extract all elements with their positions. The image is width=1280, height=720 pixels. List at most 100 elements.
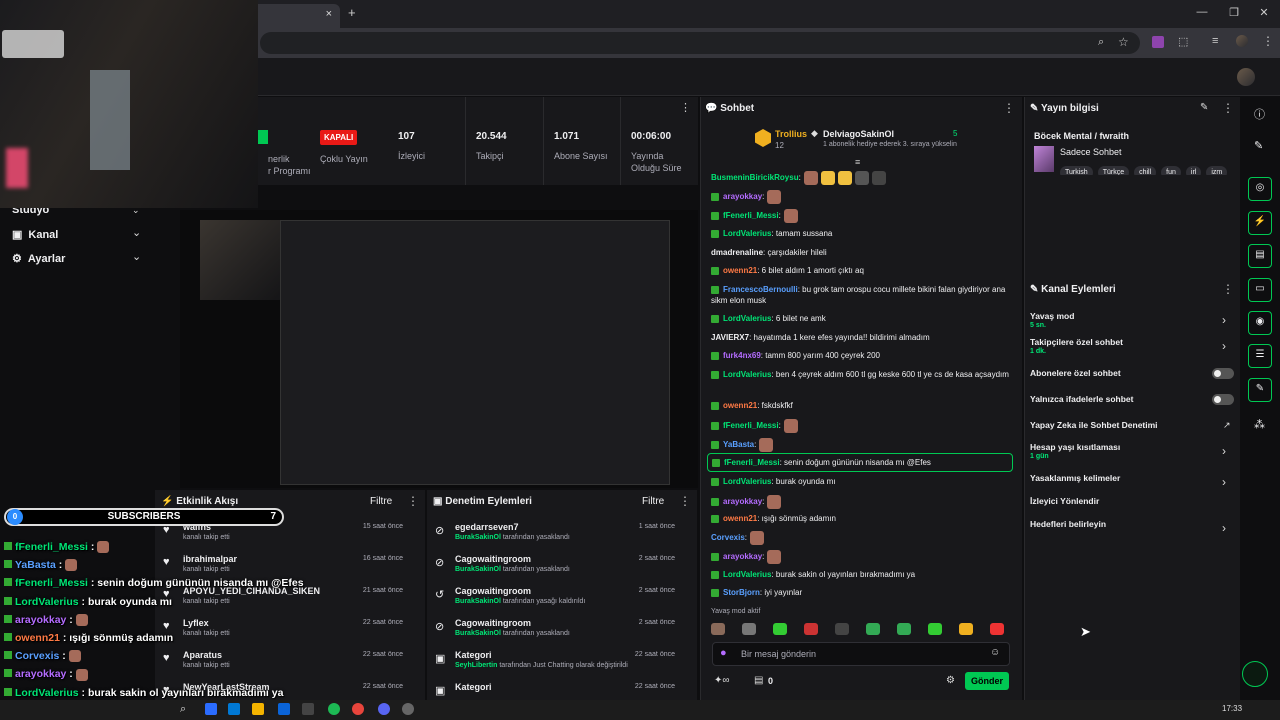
chat-username[interactable]: dmadrenaline <box>711 248 763 257</box>
explorer-icon[interactable] <box>252 703 264 715</box>
moderation-target[interactable]: egedarrseven7 <box>455 522 519 532</box>
category-name[interactable]: Sadece Sohbet <box>1060 147 1122 157</box>
moderation-actor[interactable]: BurakSakinOl <box>455 630 501 637</box>
zoom-icon[interactable]: ⌕ <box>1098 36 1104 49</box>
moderation-target[interactable]: Kategori <box>455 650 492 660</box>
toggle-switch[interactable] <box>1212 394 1234 405</box>
sidebar-item-settings[interactable]: ⚙ Ayarlar <box>12 252 65 265</box>
moderation-actor[interactable]: BurakSakinOl <box>455 534 501 541</box>
chat-username[interactable]: LordValerius <box>723 570 771 579</box>
activity-row[interactable]: ♥ Lyflex kanalı takip etti 22 saat önce <box>155 616 415 648</box>
moderation-row[interactable]: ↺ Cagowaitingroom BurakSakinOl tarafından … <box>427 584 687 616</box>
taskbar-clock[interactable]: 17:33 <box>1222 704 1242 713</box>
emote-icon[interactable] <box>928 623 942 635</box>
moderation-target[interactable]: Cagowaitingroom <box>455 586 531 596</box>
points-icon[interactable]: ✦∞ <box>714 675 730 686</box>
top-gifter-name[interactable]: Trollius <box>775 129 807 139</box>
chat-username[interactable]: LordValerius <box>723 477 771 486</box>
moderation-row[interactable]: ⊘ Cagowaitingroom BurakSakinOl tarafından … <box>427 616 687 648</box>
channel-actions-menu-icon[interactable]: ⋮ <box>1222 282 1234 296</box>
chat-menu-icon[interactable]: ⋮ <box>1003 101 1015 115</box>
chat-username[interactable]: fFenerli_Messi <box>724 458 780 467</box>
settings-dots-icon[interactable]: ⁂ <box>1254 418 1265 431</box>
maximize-button[interactable]: ❐ <box>1224 6 1244 19</box>
chat-username[interactable]: StorBjorn <box>723 588 760 597</box>
chat-username[interactable]: YaBasta <box>723 440 754 449</box>
pencil-icon[interactable]: ✎ <box>1254 139 1263 152</box>
moderation-menu-icon[interactable]: ⋮ <box>679 494 691 508</box>
stream-tag[interactable]: Türkçe <box>1097 166 1130 175</box>
tab-close-icon[interactable]: × <box>326 8 332 20</box>
chat-username[interactable]: owenn21 <box>723 514 757 523</box>
user-avatar[interactable] <box>1237 68 1255 86</box>
address-bar[interactable] <box>260 32 1140 54</box>
chrome-icon[interactable] <box>352 703 364 715</box>
stream-tag[interactable]: fun <box>1161 166 1181 175</box>
rail-list-icon[interactable]: ☰ <box>1248 344 1272 368</box>
moderation-filter-button[interactable]: Filtre <box>642 496 664 507</box>
app-icon[interactable] <box>302 703 314 715</box>
moderation-actor[interactable]: BurakSakinOl <box>455 566 501 573</box>
chat-username[interactable]: arayokkay <box>723 192 762 201</box>
activity-row[interactable]: ♥ Aparatus kanalı takip etti 22 saat önce <box>155 648 415 680</box>
chat-username[interactable]: owenn21 <box>723 266 757 275</box>
help-icon[interactable] <box>1242 661 1268 687</box>
stream-tag[interactable]: Turkish <box>1060 166 1093 175</box>
stream-preview[interactable] <box>180 210 698 488</box>
info-icon[interactable]: ⓘ <box>1254 106 1265 122</box>
moderation-row[interactable]: ⊘ Cagowaitingroom BurakSakinOl tarafından … <box>427 552 687 584</box>
moderation-row[interactable]: ▣ Kategori SeyhLibertin tarafından Just Ch… <box>427 648 687 680</box>
emoji-icon[interactable]: ☺ <box>990 647 1000 658</box>
emote-icon[interactable] <box>866 623 880 635</box>
emote-bar[interactable] <box>711 621 1011 637</box>
emote-icon[interactable] <box>711 623 725 635</box>
media-icon[interactable]: ≡ <box>1212 35 1218 47</box>
collapse-icon[interactable]: ≡ <box>855 157 860 167</box>
activity-user[interactable]: ibrahimalpar <box>183 554 237 564</box>
search-icon[interactable]: ⌕ <box>180 703 186 716</box>
emote-icon[interactable] <box>835 623 849 635</box>
activity-filter-button[interactable]: Filtre <box>370 496 392 507</box>
bookmark-star-icon[interactable]: ☆ <box>1118 35 1129 49</box>
stream-tag[interactable]: chill <box>1134 166 1157 175</box>
chat-username[interactable]: fFenerli_Messi <box>723 421 779 430</box>
activity-user[interactable]: Aparatus <box>183 650 222 660</box>
chevron-right-icon[interactable]: › <box>1222 521 1226 535</box>
stats-menu-icon[interactable]: ⋮ <box>680 101 691 114</box>
rail-broadcast-icon[interactable]: ◉ <box>1248 311 1272 335</box>
chat-username[interactable]: owenn21 <box>723 401 757 410</box>
chat-username[interactable]: furk4nx69 <box>723 351 761 360</box>
edge-icon[interactable] <box>205 703 217 715</box>
rail-camera-icon[interactable]: ◎ <box>1248 177 1272 201</box>
activity-menu-icon[interactable]: ⋮ <box>407 494 419 508</box>
chevron-right-icon[interactable]: › <box>1222 313 1226 327</box>
activity-user[interactable]: Lyflex <box>183 618 209 628</box>
close-window-button[interactable]: ✕ <box>1254 6 1274 19</box>
chat-input[interactable]: Bir mesaj gönderin <box>712 642 1010 666</box>
emote-icon[interactable] <box>804 623 818 635</box>
edit-pencil-icon[interactable]: ✎ <box>1200 102 1208 113</box>
moderation-actor[interactable]: SeyhLibertin <box>455 662 497 669</box>
chat-username[interactable]: LordValerius <box>723 370 771 379</box>
toggle-switch[interactable] <box>1212 368 1234 379</box>
external-link-icon[interactable]: ↗ <box>1223 420 1231 431</box>
emote-icon[interactable] <box>897 623 911 635</box>
moderation-row[interactable]: ⊘ egedarrseven7 BurakSakinOl tarafından ya… <box>427 520 687 552</box>
chat-username[interactable]: BusmeninBiricikRoysu <box>711 173 799 182</box>
emote-icon[interactable] <box>990 623 1004 635</box>
chat-username[interactable]: Corvexis <box>711 533 745 542</box>
emote-icon[interactable] <box>742 623 756 635</box>
chevron-right-icon[interactable]: › <box>1222 339 1226 353</box>
new-tab-button[interactable]: + <box>348 5 356 20</box>
store-icon[interactable]: ▤ <box>754 675 763 686</box>
moderation-target[interactable]: Cagowaitingroom <box>455 618 531 628</box>
stream-tag[interactable]: izm <box>1206 166 1228 175</box>
stat-multistream[interactable]: KAPALI Çoklu Yayın <box>310 97 390 185</box>
send-button[interactable]: Gönder <box>965 672 1009 690</box>
discord-icon[interactable] <box>378 703 390 715</box>
chat-username[interactable]: fFenerli_Messi <box>723 211 779 220</box>
emote-icon[interactable] <box>959 623 973 635</box>
channel-action-item[interactable]: Yavaş mod 5 sn. <box>1030 311 1074 329</box>
puzzle-icon[interactable]: ⬚ <box>1178 35 1188 48</box>
channel-action-item[interactable]: Yasaklanmış kelimeler <box>1030 473 1120 483</box>
